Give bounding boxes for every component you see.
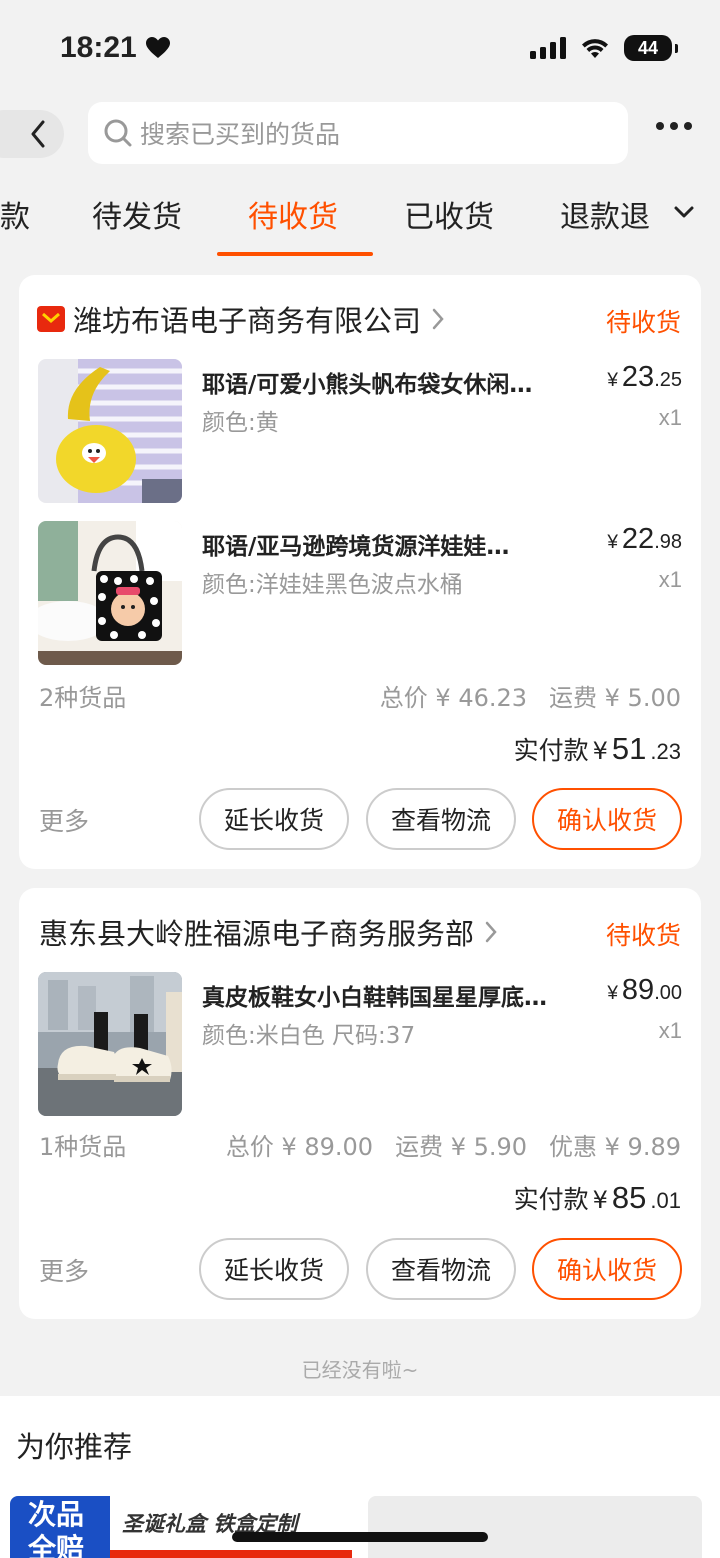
- tab-refund-partial[interactable]: 款: [0, 190, 30, 256]
- order-card: 惠东县大岭胜福源电子商务服务部 待收货 真皮板鞋女小白鞋韩国星星厚底… 颜色:米…: [19, 888, 701, 1319]
- status-bar: 18:21 44: [0, 0, 720, 96]
- product-price: ¥22.98: [607, 523, 682, 556]
- paid-decimal: .01: [650, 1188, 681, 1213]
- end-of-list-text: 已经没有啦~: [301, 1358, 419, 1382]
- paid-amount: 实付款 ¥ 51.23: [514, 731, 681, 771]
- shop-name: 惠东县大岭胜福源电子商务服务部: [39, 917, 475, 951]
- order-item[interactable]: 真皮板鞋女小白鞋韩国星星厚底… 颜色:米白色 尺码:37 ¥89.00 x1: [38, 972, 682, 1118]
- total-price: 总价 ¥ 46.23: [379, 683, 528, 712]
- status-time: 18:21: [60, 31, 171, 65]
- recommend-card[interactable]: 次品全赔 圣诞礼盒 铁盒定制: [10, 1496, 352, 1558]
- currency-symbol: ¥: [607, 370, 618, 391]
- shop-name: 潍坊布语电子商务有限公司: [73, 304, 422, 338]
- signal-icon: [530, 37, 566, 59]
- shop-header[interactable]: 惠东县大岭胜福源电子商务服务部 待收货: [37, 912, 681, 952]
- recommend-card-strip: [110, 1550, 352, 1558]
- clock: 18:21: [60, 31, 137, 64]
- product-spec: 颜色:米白色 尺码:37: [202, 1023, 416, 1049]
- price-decimal: .00: [654, 982, 682, 1004]
- extend-receipt-button[interactable]: 延长收货: [199, 788, 349, 850]
- product-title: 耶语/可爱小熊头帆布袋女休闲…: [202, 372, 533, 398]
- paid-integer: 51: [611, 731, 647, 766]
- paid-integer: 85: [611, 1180, 647, 1215]
- product-title: 耶语/亚马逊跨境货源洋娃娃…: [202, 534, 510, 560]
- chevron-down-icon: [674, 206, 694, 218]
- battery-indicator: 44: [624, 35, 678, 61]
- product-image[interactable]: [38, 972, 182, 1116]
- search-placeholder: 搜索已买到的货品: [140, 120, 341, 149]
- order-tabs: 款 待发货 待收货 已收货 退款退: [0, 190, 720, 256]
- tabs-expand-button[interactable]: [672, 204, 696, 220]
- back-button[interactable]: [0, 110, 64, 158]
- search-header: 搜索已买到的货品: [0, 102, 720, 164]
- recommend-badge: 次品全赔: [10, 1496, 110, 1558]
- product-quantity: x1: [658, 1018, 682, 1043]
- product-price: ¥23.25: [607, 361, 682, 394]
- tab-refund[interactable]: 退款退: [560, 190, 650, 256]
- price-decimal: .25: [654, 369, 682, 391]
- total-price: 总价 ¥ 89.00: [225, 1132, 374, 1161]
- order-status: 待收货: [605, 921, 681, 950]
- heart-icon: [145, 37, 170, 58]
- product-image[interactable]: [38, 359, 182, 503]
- order-item[interactable]: 耶语/可爱小熊头帆布袋女休闲… 颜色:黄 ¥23.25 x1: [38, 359, 682, 505]
- search-icon: [104, 119, 132, 147]
- price-integer: 22: [621, 523, 655, 555]
- chevron-right-icon: [485, 921, 497, 943]
- wifi-icon: [582, 39, 608, 58]
- extend-receipt-button[interactable]: 延长收货: [199, 1238, 349, 1300]
- search-input[interactable]: 搜索已买到的货品: [88, 102, 628, 164]
- product-spec: 颜色:黄: [202, 410, 279, 436]
- order-card: 潍坊布语电子商务有限公司 待收货 耶语/可爱小熊头帆布袋女休闲… 颜色:黄 ¥2…: [19, 275, 701, 869]
- currency-symbol: ¥: [607, 532, 618, 553]
- currency-symbol: ¥: [607, 983, 618, 1004]
- currency-symbol: ¥: [592, 1186, 608, 1214]
- product-quantity: x1: [658, 405, 682, 430]
- active-tab-indicator: [217, 252, 373, 256]
- home-indicator[interactable]: [232, 1532, 488, 1542]
- price-decimal: .98: [654, 531, 682, 553]
- order-actions: 更多 延长收货 查看物流 确认收货: [39, 1238, 682, 1300]
- confirm-receipt-button[interactable]: 确认收货: [532, 1238, 682, 1300]
- more-button[interactable]: 更多: [39, 802, 89, 838]
- view-logistics-button[interactable]: 查看物流: [366, 1238, 516, 1300]
- order-summary: 1种货品 总价 ¥ 89.00 运费 ¥ 5.90 优惠 ¥ 9.89: [39, 1126, 681, 1162]
- chevron-left-icon: [31, 120, 45, 148]
- more-options-icon[interactable]: [656, 122, 692, 130]
- tab-pending-receive[interactable]: 待收货: [248, 190, 338, 256]
- product-quantity: x1: [658, 567, 682, 592]
- item-count: 1种货品: [39, 1132, 127, 1161]
- order-summary: 2种货品 总价 ¥ 46.23 运费 ¥ 5.00: [39, 677, 681, 713]
- shipping-fee: 运费 ¥ 5.00: [549, 683, 681, 712]
- discount-amount: 优惠 ¥ 9.89: [549, 1132, 681, 1161]
- product-title: 真皮板鞋女小白鞋韩国星星厚底…: [202, 985, 547, 1011]
- paid-label: 实付款: [513, 736, 589, 765]
- tab-pending-ship[interactable]: 待发货: [92, 190, 182, 256]
- shipping-fee: 运费 ¥ 5.90: [395, 1132, 528, 1161]
- view-logistics-button[interactable]: 查看物流: [366, 788, 516, 850]
- product-spec: 颜色:洋娃娃黑色波点水桶: [202, 572, 463, 598]
- tab-received[interactable]: 已收货: [404, 190, 494, 256]
- product-image[interactable]: [38, 521, 182, 665]
- chevron-right-icon: [432, 308, 444, 330]
- recommend-card[interactable]: [368, 1496, 702, 1558]
- status-icons: 44: [530, 35, 678, 61]
- paid-label: 实付款: [513, 1185, 589, 1214]
- item-count: 2种货品: [39, 683, 127, 712]
- price-integer: 23: [621, 361, 655, 393]
- more-button[interactable]: 更多: [39, 1252, 89, 1288]
- shop-icon: [37, 306, 65, 332]
- paid-decimal: .23: [650, 739, 681, 764]
- paid-amount: 实付款 ¥ 85.01: [514, 1180, 681, 1220]
- price-integer: 89: [621, 974, 655, 1006]
- recommend-title: 为你推荐: [16, 1430, 133, 1464]
- order-actions: 更多 延长收货 查看物流 确认收货: [39, 788, 682, 850]
- currency-symbol: ¥: [592, 737, 608, 765]
- confirm-receipt-button[interactable]: 确认收货: [532, 788, 682, 850]
- order-status: 待收货: [605, 308, 681, 337]
- product-price: ¥89.00: [607, 974, 682, 1007]
- shop-header[interactable]: 潍坊布语电子商务有限公司 待收货: [37, 299, 681, 339]
- order-item[interactable]: 耶语/亚马逊跨境货源洋娃娃… 颜色:洋娃娃黑色波点水桶 ¥22.98 x1: [38, 521, 682, 667]
